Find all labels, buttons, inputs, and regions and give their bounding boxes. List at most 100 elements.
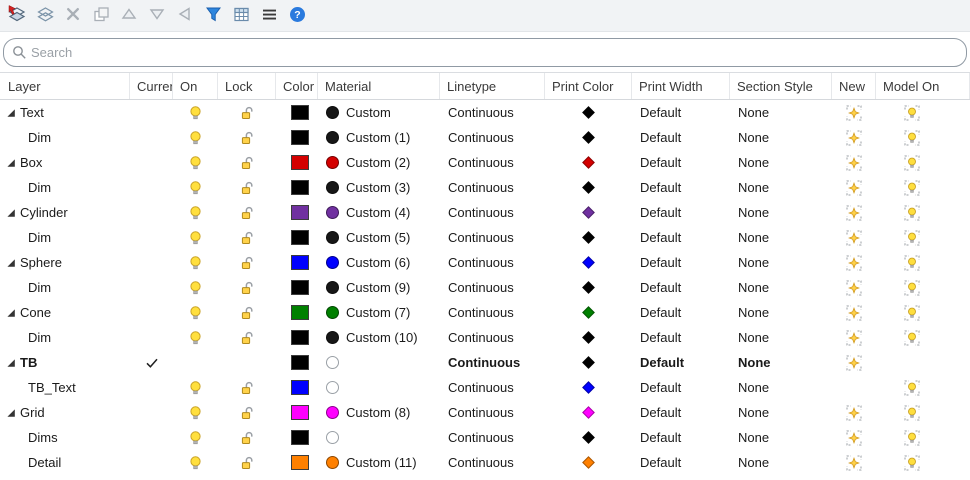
lock-cell[interactable] [218, 350, 276, 375]
filter-button[interactable] [203, 6, 223, 26]
color-cell[interactable] [276, 425, 318, 450]
model-on-cell[interactable] [876, 200, 970, 225]
new-layer-button[interactable] [7, 5, 27, 26]
search-box[interactable] [3, 37, 967, 67]
layer-cell[interactable]: TB_Text [0, 375, 130, 400]
on-cell[interactable] [173, 150, 218, 175]
expand-arrow-icon[interactable] [6, 358, 16, 368]
linetype-cell[interactable]: Continuous [440, 325, 545, 350]
print-color-diamond-icon[interactable] [582, 331, 595, 344]
on-cell[interactable] [173, 175, 218, 200]
lock-open-icon[interactable] [240, 106, 254, 120]
lock-cell[interactable] [218, 325, 276, 350]
print-color-diamond-icon[interactable] [582, 456, 595, 469]
material-cell[interactable]: Custom (6) [318, 250, 440, 275]
on-bulb-icon[interactable] [189, 155, 202, 170]
lock-open-icon[interactable] [240, 281, 254, 295]
new-detail-icon[interactable] [846, 205, 862, 221]
lock-cell[interactable] [218, 175, 276, 200]
print-width-cell[interactable]: Default [632, 250, 730, 275]
layer-cell[interactable]: Dim [0, 225, 130, 250]
model-on-bulb-icon[interactable] [904, 330, 920, 346]
model-on-cell[interactable] [876, 225, 970, 250]
on-bulb-icon[interactable] [189, 130, 202, 145]
material-cell[interactable]: Custom [318, 100, 440, 125]
material-cell[interactable]: Custom (8) [318, 400, 440, 425]
linetype-cell[interactable]: Continuous [440, 425, 545, 450]
current-cell[interactable] [130, 425, 173, 450]
on-cell[interactable] [173, 325, 218, 350]
linetype-cell[interactable]: Continuous [440, 300, 545, 325]
model-on-bulb-icon[interactable] [904, 130, 920, 146]
current-cell[interactable] [130, 350, 173, 375]
print-color-cell[interactable] [545, 425, 632, 450]
new-detail-cell[interactable] [832, 450, 876, 475]
lock-cell[interactable] [218, 100, 276, 125]
linetype-cell[interactable]: Continuous [440, 375, 545, 400]
model-on-bulb-icon[interactable] [904, 430, 920, 446]
table-row[interactable]: Dim [0, 175, 970, 200]
current-cell[interactable] [130, 450, 173, 475]
on-bulb-icon[interactable] [189, 455, 202, 470]
new-detail-icon[interactable] [846, 330, 862, 346]
layer-cell[interactable]: Dims [0, 425, 130, 450]
color-swatch[interactable] [291, 280, 309, 295]
print-color-diamond-icon[interactable] [582, 431, 595, 444]
print-color-diamond-icon[interactable] [582, 381, 595, 394]
material-cell[interactable]: Custom (4) [318, 200, 440, 225]
lock-cell[interactable] [218, 400, 276, 425]
linetype-cell[interactable]: Continuous [440, 225, 545, 250]
color-swatch[interactable] [291, 380, 309, 395]
new-detail-icon[interactable] [846, 405, 862, 421]
model-on-cell[interactable] [876, 375, 970, 400]
on-bulb-icon[interactable] [189, 380, 202, 395]
print-color-diamond-icon[interactable] [582, 156, 595, 169]
model-on-cell[interactable] [876, 425, 970, 450]
material-cell[interactable]: Custom (3) [318, 175, 440, 200]
on-cell[interactable] [173, 250, 218, 275]
model-on-cell[interactable] [876, 250, 970, 275]
print-color-diamond-icon[interactable] [582, 306, 595, 319]
color-swatch[interactable] [291, 180, 309, 195]
current-cell[interactable] [130, 200, 173, 225]
linetype-cell[interactable]: Continuous [440, 400, 545, 425]
new-detail-icon[interactable] [846, 155, 862, 171]
table-row[interactable]: Box Custom (2) Continuous Default None [0, 150, 970, 175]
section-style-cell[interactable]: None [730, 375, 832, 400]
new-detail-icon[interactable] [846, 105, 862, 121]
model-on-cell[interactable] [876, 125, 970, 150]
material-cell[interactable]: Custom (1) [318, 125, 440, 150]
print-color-cell[interactable] [545, 225, 632, 250]
new-detail-cell[interactable] [832, 275, 876, 300]
on-cell[interactable] [173, 100, 218, 125]
on-bulb-icon[interactable] [189, 305, 202, 320]
new-detail-cell[interactable] [832, 100, 876, 125]
section-style-cell[interactable]: None [730, 425, 832, 450]
column-header-on[interactable]: On [173, 73, 218, 99]
section-style-cell[interactable]: None [730, 300, 832, 325]
column-header-model-on[interactable]: Model On [876, 73, 970, 99]
new-detail-icon[interactable] [846, 355, 862, 371]
new-detail-icon[interactable] [846, 130, 862, 146]
on-cell[interactable] [173, 375, 218, 400]
lock-cell[interactable] [218, 425, 276, 450]
current-cell[interactable] [130, 100, 173, 125]
on-bulb-icon[interactable] [189, 230, 202, 245]
on-cell[interactable] [173, 300, 218, 325]
expand-arrow-icon[interactable] [6, 408, 16, 418]
layer-cell[interactable]: Grid [0, 400, 130, 425]
section-style-cell[interactable]: None [730, 325, 832, 350]
print-color-cell[interactable] [545, 325, 632, 350]
material-dot-icon[interactable] [326, 131, 339, 144]
material-dot-icon[interactable] [326, 256, 339, 269]
print-width-cell[interactable]: Default [632, 150, 730, 175]
model-on-bulb-icon[interactable] [904, 305, 920, 321]
current-cell[interactable] [130, 250, 173, 275]
print-width-cell[interactable]: Default [632, 375, 730, 400]
print-color-diamond-icon[interactable] [582, 181, 595, 194]
material-dot-icon[interactable] [326, 306, 339, 319]
linetype-cell[interactable]: Continuous [440, 100, 545, 125]
color-cell[interactable] [276, 375, 318, 400]
model-on-bulb-icon[interactable] [904, 280, 920, 296]
move-down-button[interactable] [147, 6, 167, 26]
